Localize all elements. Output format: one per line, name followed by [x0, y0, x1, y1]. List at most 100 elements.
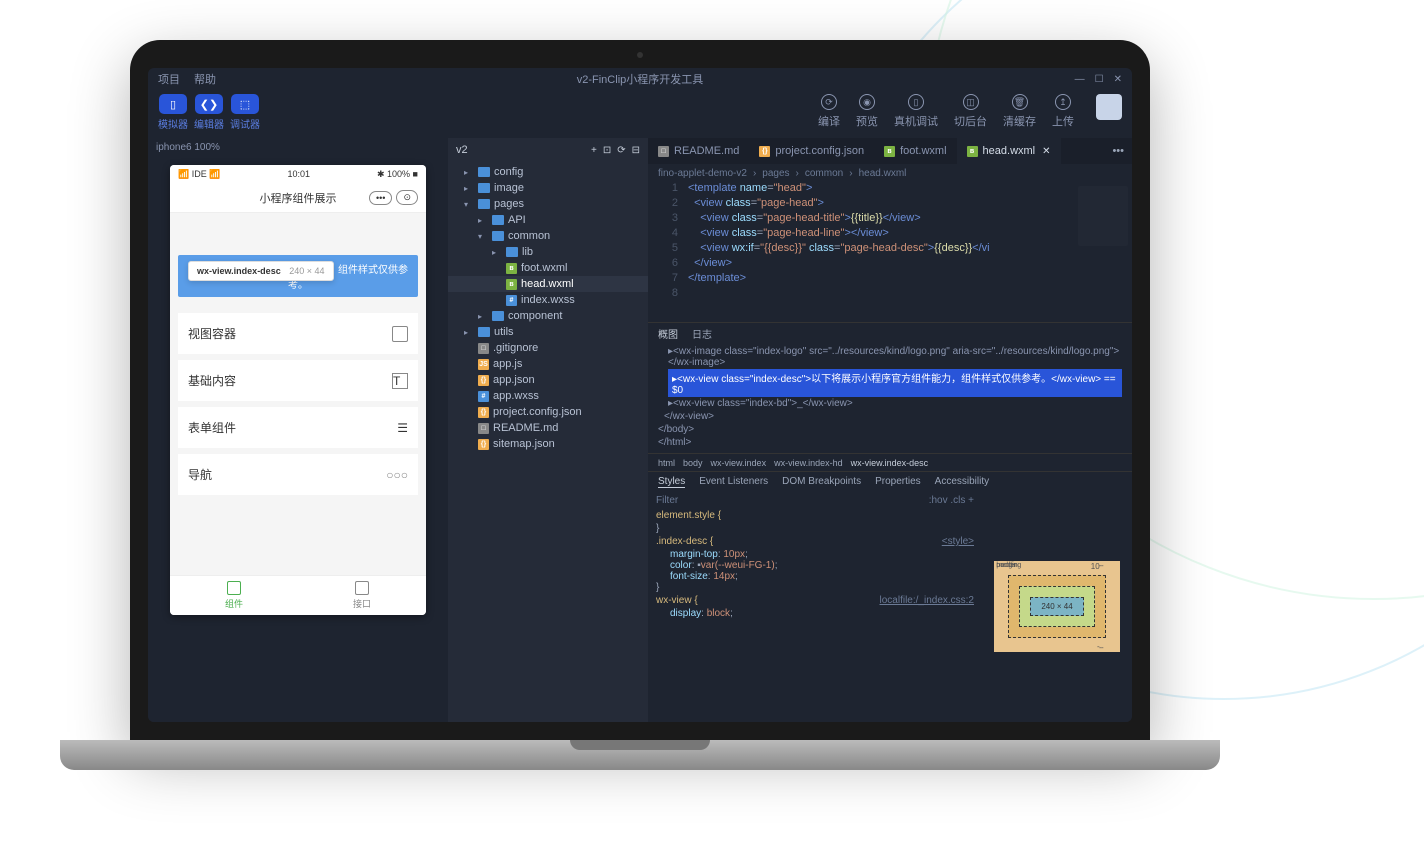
- editor-toggle[interactable]: ❮❯ 编辑器: [194, 94, 224, 131]
- styles-filter[interactable]: Filter: [656, 495, 678, 506]
- path-segment[interactable]: body: [683, 458, 703, 468]
- tree-folder[interactable]: ▸API: [448, 212, 648, 228]
- folder-icon: [478, 327, 490, 337]
- more-tabs-icon[interactable]: •••: [1104, 145, 1132, 157]
- minimize-icon[interactable]: —: [1075, 74, 1085, 85]
- tree-file[interactable]: вfoot.wxml: [448, 260, 648, 276]
- path-segment[interactable]: wx-view.index: [711, 458, 767, 468]
- breadcrumb-item[interactable]: common: [805, 168, 843, 179]
- tree-folder[interactable]: ▸utils: [448, 324, 648, 340]
- path-segment[interactable]: html: [658, 458, 675, 468]
- breadcrumb: fino-applet-demo-v2› pages› common› head…: [648, 164, 1132, 182]
- clear-cache-button[interactable]: 🗑清缓存: [1003, 94, 1036, 129]
- tabbar-api[interactable]: 接口: [298, 576, 426, 615]
- laptop-frame: 项目 帮助 v2-FinClip小程序开发工具 — ☐ ✕ ▯ 模拟器 ❮❯ 编…: [60, 40, 1220, 810]
- tab-accessibility[interactable]: Accessibility: [935, 476, 989, 487]
- simulator-toggle[interactable]: ▯ 模拟器: [158, 94, 188, 131]
- md-file-icon: □: [658, 146, 669, 157]
- json-file-icon: {}: [478, 375, 489, 386]
- menu-help[interactable]: 帮助: [194, 71, 216, 87]
- wxss-file-icon: #: [478, 391, 489, 402]
- tab-event-listeners[interactable]: Event Listeners: [699, 476, 768, 487]
- tree-file[interactable]: #app.wxss: [448, 388, 648, 404]
- list-item[interactable]: 导航○○○: [178, 454, 418, 495]
- path-segment[interactable]: wx-view.index-desc: [851, 458, 929, 468]
- tree-file[interactable]: #index.wxss: [448, 292, 648, 308]
- wxml-file-icon: в: [967, 146, 978, 157]
- api-icon: [355, 581, 369, 595]
- phone-simulator: 📶 IDE 📶 10:01 ✱ 100% ■ 小程序组件展示 •••⊙ wx-v…: [170, 165, 426, 615]
- tree-file[interactable]: {}project.config.json: [448, 404, 648, 420]
- tree-file[interactable]: вhead.wxml: [448, 276, 648, 292]
- md-file-icon: □: [478, 423, 489, 434]
- upload-button[interactable]: ↥上传: [1052, 94, 1074, 129]
- tree-file[interactable]: □README.md: [448, 420, 648, 436]
- code-content[interactable]: <template name="head"> <view class="page…: [688, 182, 1132, 322]
- styles-pane[interactable]: Filter :hov .cls + element.style { } <st…: [648, 491, 982, 722]
- tab-foot[interactable]: вfoot.wxml: [874, 138, 956, 164]
- tree-folder[interactable]: ▸image: [448, 180, 648, 196]
- tab-head[interactable]: вhead.wxml✕: [957, 138, 1061, 164]
- tree-folder[interactable]: ▸component: [448, 308, 648, 324]
- background-button[interactable]: ◫切后台: [954, 94, 987, 129]
- tree-file[interactable]: {}sitemap.json: [448, 436, 648, 452]
- preview-button[interactable]: ◉预览: [856, 94, 878, 129]
- breadcrumb-item[interactable]: head.wxml: [859, 168, 907, 179]
- tab-readme[interactable]: □README.md: [648, 138, 749, 164]
- elements-tree[interactable]: ▸<wx-image class="index-logo" src="../re…: [648, 343, 1132, 453]
- phone-title: 小程序组件展示: [260, 190, 337, 206]
- grid-icon: [227, 581, 241, 595]
- close-tab-icon[interactable]: ✕: [1042, 146, 1050, 157]
- debugger-toggle[interactable]: ⬚ 调试器: [230, 94, 260, 131]
- tree-folder[interactable]: ▾common: [448, 228, 648, 244]
- remote-debug-button[interactable]: ▯真机调试: [894, 94, 938, 129]
- tree-folder[interactable]: ▸config: [448, 164, 648, 180]
- close-icon[interactable]: ✕: [1114, 74, 1122, 85]
- hamburger-icon: ☰: [397, 421, 408, 435]
- breadcrumb-item[interactable]: pages: [762, 168, 789, 179]
- tree-folder[interactable]: ▸lib: [448, 244, 648, 260]
- menubar: 项目 帮助 v2-FinClip小程序开发工具 — ☐ ✕: [148, 68, 1132, 90]
- wxml-file-icon: в: [506, 279, 517, 290]
- list-item[interactable]: 视图容器: [178, 313, 418, 354]
- folder-icon: [478, 183, 490, 193]
- tree-folder[interactable]: ▾pages: [448, 196, 648, 212]
- maximize-icon[interactable]: ☐: [1095, 74, 1104, 85]
- tab-dom-breakpoints[interactable]: DOM Breakpoints: [782, 476, 861, 487]
- file-icon: □: [478, 343, 489, 354]
- new-folder-icon[interactable]: ⊡: [603, 145, 611, 156]
- code-editor[interactable]: 12345678 <template name="head"> <view cl…: [648, 182, 1132, 322]
- menu-project[interactable]: 项目: [158, 71, 180, 87]
- breadcrumb-item[interactable]: fino-applet-demo-v2: [658, 168, 747, 179]
- devtools-tab-panel[interactable]: 概图: [658, 326, 678, 341]
- collapse-icon[interactable]: ⊟: [632, 145, 640, 156]
- tabbar-components[interactable]: 组件: [170, 576, 298, 615]
- tree-file[interactable]: □.gitignore: [448, 340, 648, 356]
- device-info[interactable]: iphone6 100%: [148, 138, 448, 157]
- tree-file[interactable]: {}app.json: [448, 372, 648, 388]
- minimap[interactable]: [1078, 186, 1128, 246]
- refresh-icon[interactable]: ⟳: [617, 145, 625, 156]
- hov-toggle[interactable]: :hov: [929, 495, 948, 506]
- cls-toggle[interactable]: .cls: [950, 495, 965, 506]
- explorer-root[interactable]: v2: [456, 144, 468, 156]
- tab-properties[interactable]: Properties: [875, 476, 921, 487]
- tab-styles[interactable]: Styles: [658, 476, 685, 488]
- tree-file[interactable]: JSapp.js: [448, 356, 648, 372]
- selected-element[interactable]: ▸<wx-view class="index-desc">以下将展示小程序官方组…: [668, 369, 1122, 397]
- capsule-menu-icon[interactable]: •••: [369, 191, 392, 205]
- path-segment[interactable]: wx-view.index-hd: [774, 458, 843, 468]
- box-content-size: 240 × 44: [1030, 597, 1083, 616]
- user-avatar[interactable]: [1096, 94, 1122, 120]
- list-item[interactable]: 基础内容T: [178, 360, 418, 401]
- capsule-close-icon[interactable]: ⊙: [396, 190, 418, 205]
- json-file-icon: {}: [478, 407, 489, 418]
- compile-button[interactable]: ⟳编译: [818, 94, 840, 129]
- line-gutter: 12345678: [648, 182, 688, 322]
- new-file-icon[interactable]: +: [591, 145, 597, 156]
- add-rule-icon[interactable]: +: [968, 495, 974, 506]
- devtools-tab-log[interactable]: 日志: [692, 326, 712, 341]
- tab-project-config[interactable]: {}project.config.json: [749, 138, 874, 164]
- text-icon: T: [392, 373, 408, 389]
- list-item[interactable]: 表单组件☰: [178, 407, 418, 448]
